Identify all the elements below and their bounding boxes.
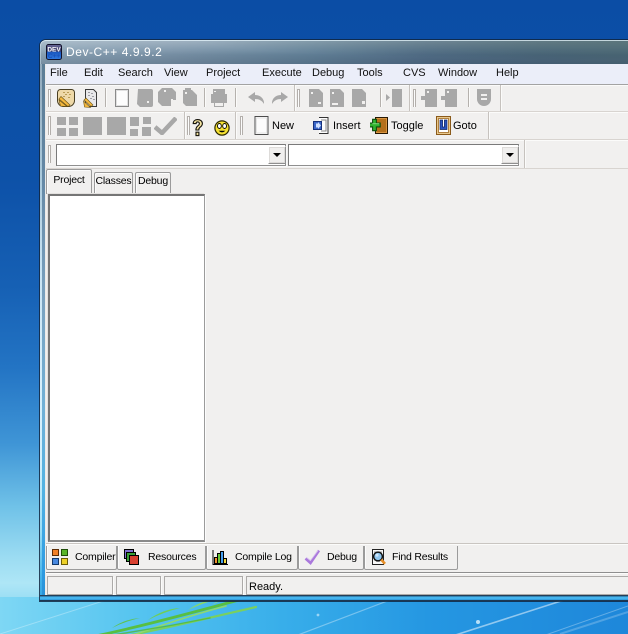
svg-text:C++: C++ [48, 53, 60, 60]
